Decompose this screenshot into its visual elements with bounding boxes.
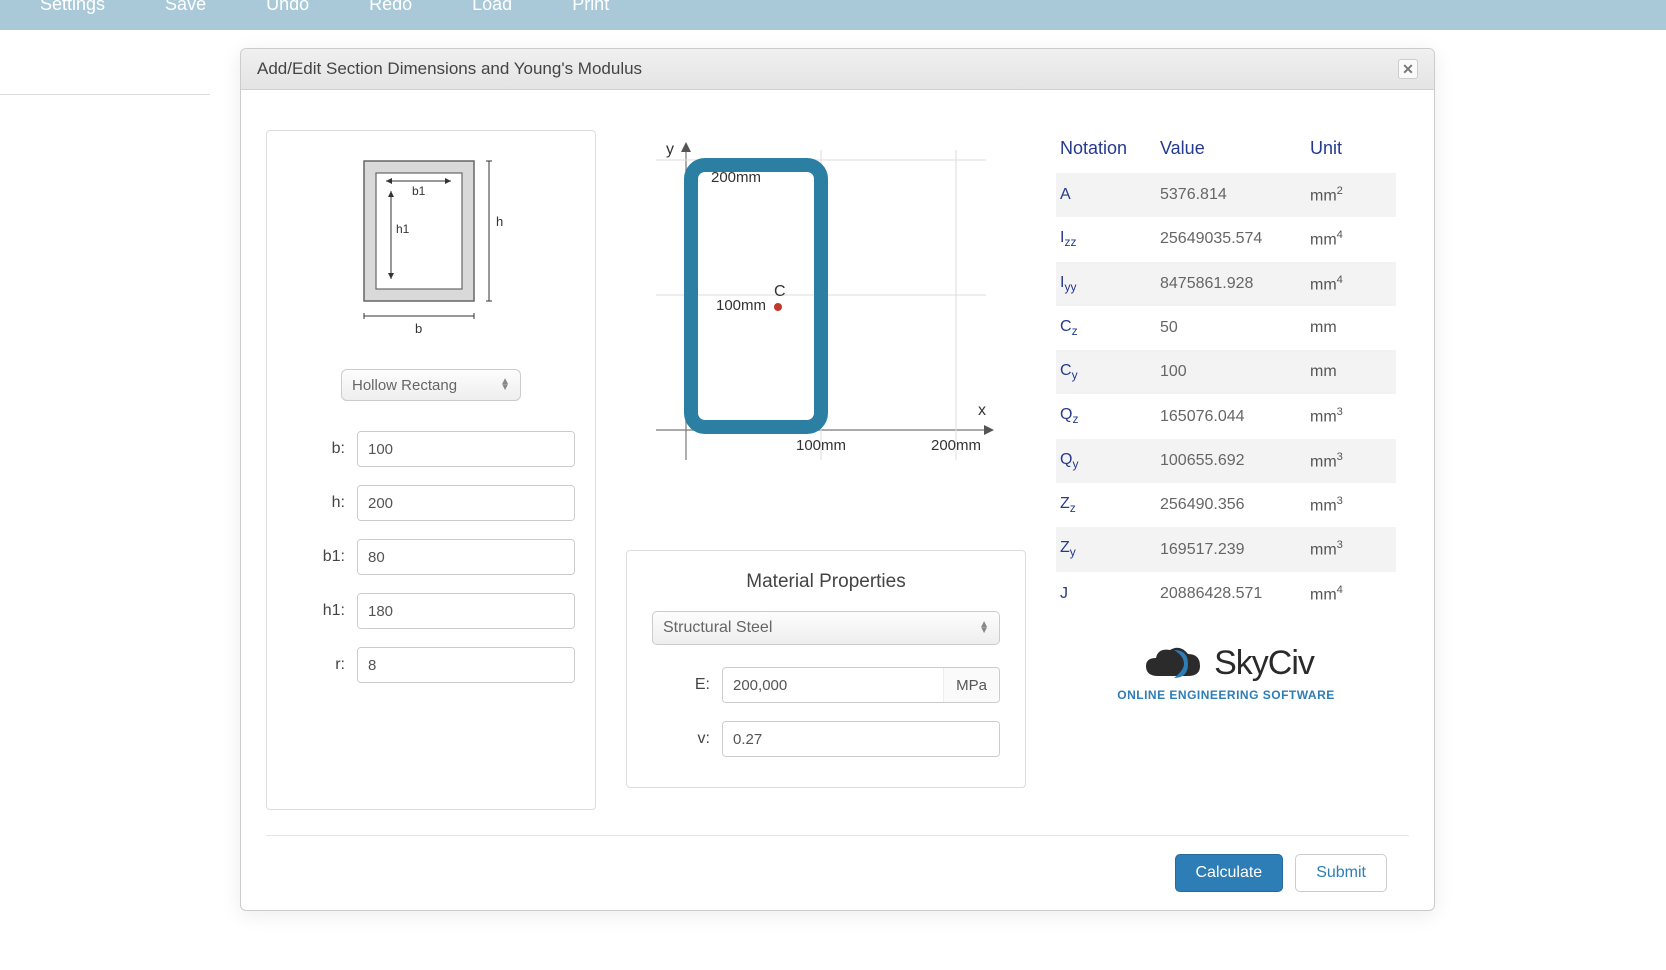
table-row: Cy100mm bbox=[1056, 350, 1396, 394]
logo-name: SkyCiv bbox=[1214, 644, 1314, 683]
label-r: r: bbox=[287, 656, 357, 674]
svg-text:200mm: 200mm bbox=[711, 169, 761, 186]
svg-text:x: x bbox=[978, 402, 986, 419]
svg-text:100mm: 100mm bbox=[796, 437, 846, 454]
menu-undo[interactable]: Undo bbox=[266, 0, 309, 15]
input-h1[interactable] bbox=[358, 594, 575, 628]
table-row: J20886428.571mm4 bbox=[1056, 572, 1396, 616]
menu-redo[interactable]: Redo bbox=[369, 0, 412, 15]
unit-E: MPa bbox=[943, 668, 999, 702]
table-row: Qz165076.044mm3 bbox=[1056, 394, 1396, 438]
table-row: Iyy8475861.928mm4 bbox=[1056, 262, 1396, 306]
svg-text:b1: b1 bbox=[412, 184, 426, 198]
material-panel: Material Properties Structural Steel ▲▼ … bbox=[626, 550, 1026, 788]
input-b[interactable] bbox=[358, 432, 575, 466]
chevron-updown-icon: ▲▼ bbox=[500, 379, 510, 391]
material-select[interactable]: Structural Steel ▲▼ bbox=[652, 611, 1000, 645]
menu-save[interactable]: Save bbox=[165, 0, 206, 15]
label-h1: h1: bbox=[287, 602, 357, 620]
table-row: A5376.814mm2 bbox=[1056, 173, 1396, 217]
svg-text:C: C bbox=[774, 283, 786, 300]
table-row: Zy169517.239mm3 bbox=[1056, 527, 1396, 571]
dialog-footer: Calculate Submit bbox=[266, 835, 1409, 910]
table-row: Cz50mm bbox=[1056, 306, 1396, 350]
label-b1: b1: bbox=[287, 548, 357, 566]
table-row: Qy100655.692mm3 bbox=[1056, 439, 1396, 483]
chevron-updown-icon: ▲▼ bbox=[979, 622, 989, 634]
logo-tagline: ONLINE ENGINEERING SOFTWARE bbox=[1056, 688, 1396, 702]
section-plot: y x 200mm 100mm 10 bbox=[626, 130, 1006, 510]
properties-column: Notation Value Unit A5376.814mm2Izz25649… bbox=[1056, 130, 1396, 810]
close-icon[interactable]: ✕ bbox=[1398, 59, 1418, 79]
material-value: Structural Steel bbox=[663, 619, 772, 637]
label-v: v: bbox=[652, 730, 722, 748]
svg-text:100mm: 100mm bbox=[716, 297, 766, 314]
shape-type-value: Hollow Rectang bbox=[352, 377, 457, 394]
dialog-title: Add/Edit Section Dimensions and Young's … bbox=[257, 59, 642, 79]
label-b: b: bbox=[287, 440, 357, 458]
input-v[interactable] bbox=[723, 722, 999, 756]
menu-print[interactable]: Print bbox=[572, 0, 609, 15]
page-divider bbox=[0, 94, 210, 95]
th-notation: Notation bbox=[1056, 130, 1156, 173]
submit-button[interactable]: Submit bbox=[1295, 854, 1387, 892]
properties-table: Notation Value Unit A5376.814mm2Izz25649… bbox=[1056, 130, 1396, 616]
label-h: h: bbox=[287, 494, 357, 512]
th-value: Value bbox=[1156, 130, 1306, 173]
svg-text:y: y bbox=[666, 141, 674, 158]
table-row: Zz256490.356mm3 bbox=[1056, 483, 1396, 527]
label-E: E: bbox=[652, 676, 722, 694]
input-h[interactable] bbox=[358, 486, 575, 520]
brand-logo: SkyCiv ONLINE ENGINEERING SOFTWARE bbox=[1056, 640, 1396, 702]
th-unit: Unit bbox=[1306, 130, 1396, 173]
table-row: Izz25649035.574mm4 bbox=[1056, 217, 1396, 261]
calculate-button[interactable]: Calculate bbox=[1175, 854, 1284, 892]
svg-text:200mm: 200mm bbox=[931, 437, 981, 454]
menu-load[interactable]: Load bbox=[472, 0, 512, 15]
svg-text:h1: h1 bbox=[396, 222, 410, 236]
top-menu-bar: Settings Save Undo Redo Load Print bbox=[0, 0, 1666, 30]
cloud-icon bbox=[1138, 640, 1208, 686]
menu-settings[interactable]: Settings bbox=[40, 0, 105, 15]
shape-diagram: h b b1 h1 bbox=[346, 151, 516, 351]
svg-text:h: h bbox=[496, 214, 503, 229]
input-E[interactable] bbox=[723, 668, 943, 702]
svg-text:b: b bbox=[415, 321, 422, 336]
input-b1[interactable] bbox=[358, 540, 575, 574]
material-heading: Material Properties bbox=[652, 571, 1000, 593]
input-r[interactable] bbox=[358, 648, 575, 682]
shape-type-select[interactable]: Hollow Rectang ▲▼ bbox=[341, 369, 521, 401]
dialog-header: Add/Edit Section Dimensions and Young's … bbox=[241, 49, 1434, 90]
section-dialog: Add/Edit Section Dimensions and Young's … bbox=[240, 48, 1435, 911]
shape-panel: h b b1 h1 bbox=[266, 130, 596, 810]
